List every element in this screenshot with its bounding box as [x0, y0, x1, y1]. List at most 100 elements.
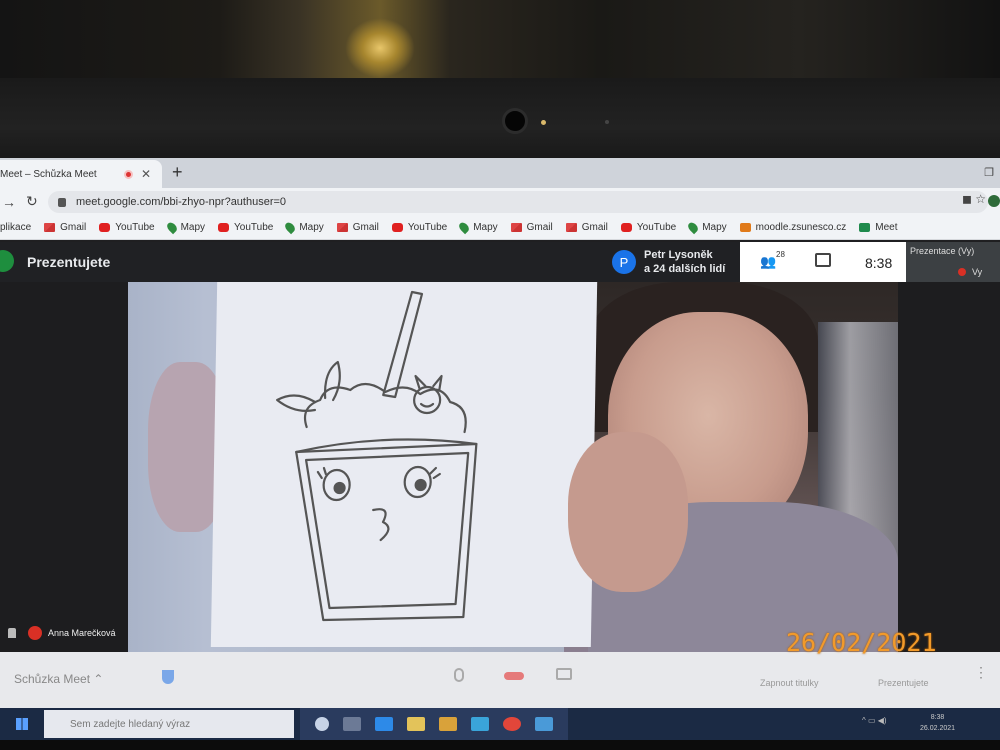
shield-icon[interactable]	[162, 670, 174, 684]
new-tab-icon[interactable]: +	[172, 162, 183, 183]
mic-off-icon	[28, 626, 42, 640]
task-view-icon[interactable]	[315, 717, 329, 731]
url-input[interactable]: meet.google.com/bbi-zhyo-npr?authuser=0	[48, 191, 988, 213]
youtube-icon	[218, 223, 230, 232]
bookmark-label: Gmail	[526, 222, 553, 233]
camera-button[interactable]	[556, 668, 572, 680]
chat-icon[interactable]	[815, 253, 831, 267]
maps-icon	[457, 220, 471, 235]
forward-icon[interactable]: →	[2, 194, 16, 210]
bookmark-item[interactable]: plikace	[0, 222, 31, 233]
bookmark-label: YouTube	[115, 222, 155, 233]
bookmark-item[interactable]: Gmail	[510, 222, 553, 233]
bookmark-label: Meet	[875, 222, 898, 233]
bookmark-label: Gmail	[581, 222, 608, 233]
edge-icon[interactable]	[375, 717, 393, 731]
avatar: P	[612, 250, 636, 274]
bookmark-item[interactable]: Gmail	[44, 222, 86, 233]
store-icon[interactable]	[439, 717, 457, 731]
address-bar: → ↻ meet.google.com/bbi-zhyo-npr?authuse…	[0, 188, 1000, 216]
bookmark-item[interactable]: Gmail	[336, 222, 379, 233]
meeting-clock: 8:38	[865, 255, 893, 271]
mail-icon[interactable]	[471, 717, 489, 731]
presenter-others: a 24 dalších lidí	[644, 263, 726, 275]
presenter-name: Petr Lysoněk	[644, 249, 713, 261]
bookmark-item[interactable]: Mapy	[283, 220, 324, 235]
bookmark-label: moodle.zsunesco.cz	[755, 222, 847, 233]
photo: Meet – Schůzka Meet ✕ + ❐ → ↻ meet.googl…	[0, 0, 1000, 750]
bookmark-item[interactable]: YouTube	[99, 222, 155, 233]
taskbar-apps	[300, 708, 568, 740]
bookmark-label: Mapy	[702, 222, 727, 233]
meet-bottom-bar: Schůzka Meet ⌃ Zapnout titulky Prezentuj…	[0, 652, 1000, 708]
restore-window-icon[interactable]: ❐	[984, 166, 994, 179]
url-text: meet.google.com/bbi-zhyo-npr?authuser=0	[76, 196, 287, 208]
system-tray[interactable]: ^ ▭ ◀)	[862, 716, 887, 725]
gmail-icon	[336, 223, 348, 232]
microphone-button[interactable]	[454, 668, 464, 682]
gmail-icon	[510, 223, 522, 232]
end-call-button[interactable]	[504, 672, 524, 680]
youtube-icon	[391, 223, 403, 232]
windows-taskbar: Sem zadejte hledaný výraz ^ ▭ ◀) 8:38 26…	[0, 708, 1000, 740]
drawing-paper	[210, 282, 598, 647]
bookmark-item[interactable]: moodle.zsunesco.cz	[739, 222, 847, 233]
bookmark-label: Mapy	[299, 222, 324, 233]
bookmark-item[interactable]: Mapy	[164, 220, 205, 235]
mic-off-icon	[958, 268, 966, 276]
participant-name-tag: Anna Marečková	[8, 626, 116, 640]
bookmark-label: Gmail	[60, 222, 87, 233]
bookmark-item[interactable]: Mapy	[457, 220, 498, 235]
more-options-icon[interactable]: ⋮	[974, 664, 988, 681]
folder-icon[interactable]	[407, 717, 425, 731]
chevron-up-icon: ⌃	[93, 672, 104, 686]
pin-icon[interactable]	[8, 628, 16, 638]
lock-icon	[58, 197, 66, 207]
people-icon[interactable]: 👥	[760, 254, 776, 270]
self-tile-name: Vy	[972, 267, 983, 277]
taskbar-search-input[interactable]: Sem zadejte hledaný výraz	[44, 710, 294, 738]
taskbar-clock[interactable]: 8:38 26.02.2021	[920, 712, 955, 734]
right-hand	[568, 432, 688, 592]
windows-icon[interactable]	[343, 717, 361, 731]
bookmark-item[interactable]: Mapy	[686, 220, 727, 235]
meet-logo-icon	[0, 250, 14, 272]
maps-icon	[686, 220, 700, 235]
meet-top-bar: Prezentujete P Petr Lysoněk a 24 dalších…	[0, 242, 1000, 282]
laptop-bezel	[0, 78, 1000, 162]
bookmark-label: Mapy	[473, 222, 498, 233]
presenter-info[interactable]: P Petr Lysoněk a 24 dalších lidí	[612, 248, 725, 276]
bookmark-item[interactable]: Gmail	[565, 222, 608, 233]
webcam-led	[541, 120, 546, 125]
chrome-icon[interactable]	[503, 717, 521, 731]
video-stage: Anna Marečková	[0, 282, 1000, 652]
self-preview-tile[interactable]: Prezentace (Vy)	[906, 242, 1000, 282]
bookmark-label: YouTube	[234, 222, 274, 233]
windows-start-icon[interactable]	[16, 718, 28, 730]
sensor-dot	[605, 120, 609, 124]
webcam-icon	[502, 108, 528, 134]
maps-icon	[283, 220, 298, 235]
reload-icon[interactable]: ↻	[26, 193, 38, 210]
participant-count: 28	[776, 250, 785, 259]
participant-name: Anna Marečková	[48, 628, 116, 638]
close-tab-icon[interactable]: ✕	[141, 167, 151, 181]
present-button[interactable]: Prezentujete	[878, 678, 929, 688]
participant-video[interactable]	[128, 282, 898, 652]
profile-icon[interactable]	[988, 195, 1000, 207]
lamp-glow	[345, 18, 415, 78]
bookmarks-bar: plikace Gmail YouTube Mapy YouTube Mapy Gmail Y…	[0, 216, 1000, 240]
captions-button[interactable]: Zapnout titulky	[760, 678, 819, 688]
bookmark-item[interactable]: YouTube	[218, 222, 273, 233]
star-icon[interactable]: ◼ ☆	[962, 192, 986, 206]
ie-icon[interactable]	[535, 717, 553, 731]
browser-tab[interactable]: Meet – Schůzka Meet ✕	[0, 160, 162, 188]
bookmark-item[interactable]: YouTube	[391, 222, 447, 233]
photo-date-stamp: 26/02/2021	[786, 628, 937, 657]
gmail-icon	[44, 223, 56, 232]
meeting-details-button[interactable]: Schůzka Meet ⌃	[14, 672, 103, 686]
bookmark-item[interactable]: YouTube	[620, 222, 676, 233]
tab-title: Meet – Schůzka Meet	[0, 168, 97, 180]
bookmark-item[interactable]: Meet	[859, 222, 897, 233]
self-tile-label: Prezentace (Vy)	[910, 246, 975, 256]
